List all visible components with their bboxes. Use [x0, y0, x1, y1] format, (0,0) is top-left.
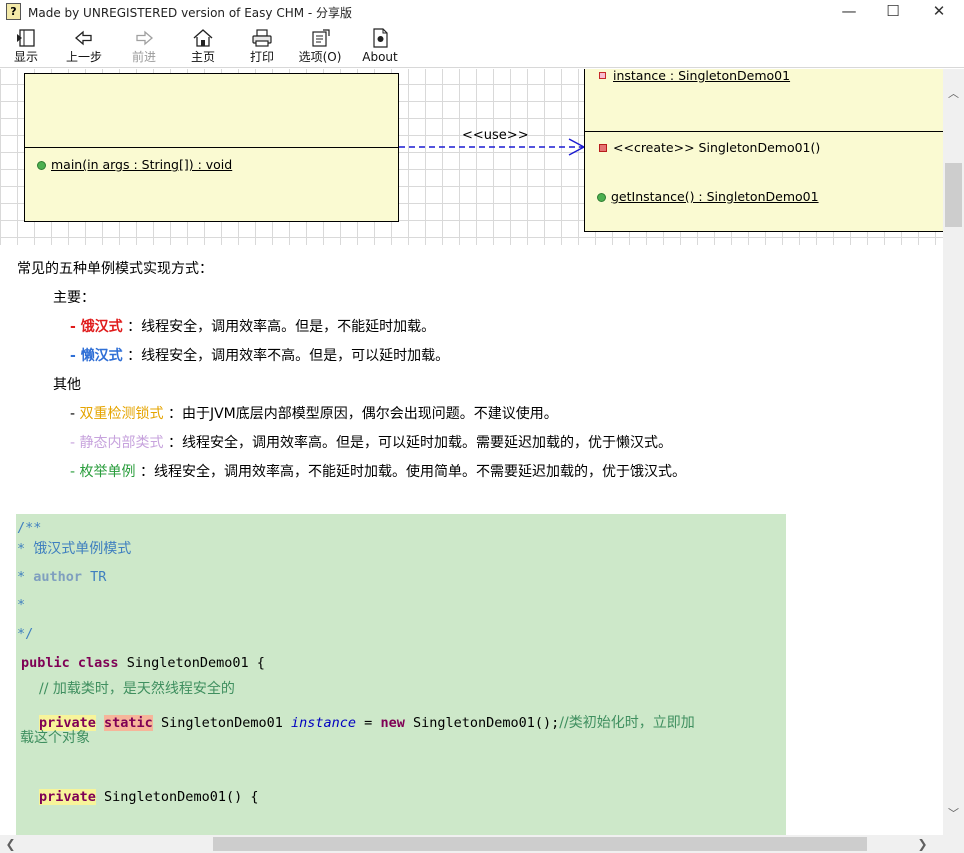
vertical-scrollbar[interactable]: ︿ ﹀	[943, 69, 964, 835]
code-constructor: private SingletonDemo01() {	[39, 789, 259, 805]
use-relation-label: <<use>>	[462, 128, 529, 143]
home-icon	[193, 29, 213, 47]
code-class-declaration: public class SingletonDemo01 {	[21, 655, 265, 671]
private-field-icon	[599, 72, 606, 79]
title-bar: ? Made by UNREGISTERED version of Easy C…	[0, 0, 964, 24]
lazy-singleton-name: 懒汉式	[80, 348, 123, 364]
print-label: 打印	[249, 50, 274, 64]
back-arrow-icon	[75, 30, 92, 46]
scroll-up-icon[interactable]: ︿	[943, 85, 964, 102]
uml-client-class: main(in args : String[]) : void	[24, 73, 399, 222]
public-method-icon	[37, 161, 46, 170]
other-heading: 其他	[53, 377, 81, 393]
main-heading: 主要：	[53, 290, 95, 306]
printer-icon	[252, 29, 272, 47]
code-doc-author: * author TR	[17, 569, 107, 585]
toolbar: 显示 上一步 前进 主页 打印 选项(O) About	[0, 24, 964, 68]
code-inline-comment: // 加载类时，是天然线程安全的	[39, 681, 235, 697]
enum-singleton-item: - 枚举单例 ：线程安全，调用效率高，不能延时加载。使用简单。不需要延迟加载的，…	[70, 464, 686, 480]
home-button[interactable]: 主页	[178, 27, 228, 67]
public-method-icon	[597, 193, 606, 202]
double-check-name: 双重检测锁式	[79, 406, 164, 422]
uml-separator	[585, 131, 943, 132]
code-block: /** * 饿汉式单例模式 * author TR * */ public cl…	[16, 514, 786, 835]
uml-getinstance-method: getInstance() : SingletonDemo01	[597, 189, 819, 204]
help-file-icon: ?	[6, 3, 21, 20]
show-label: 显示	[13, 50, 38, 64]
forward-button[interactable]: 前进	[119, 27, 169, 67]
about-button[interactable]: About	[355, 27, 405, 67]
code-doc-blank: *	[17, 597, 26, 613]
home-label: 主页	[190, 50, 215, 64]
content-pane: main(in args : String[]) : void <<use>> …	[0, 69, 943, 835]
options-icon	[312, 29, 330, 47]
scroll-down-icon[interactable]: ﹀	[943, 805, 964, 822]
horizontal-scroll-thumb[interactable]	[213, 837, 867, 851]
forward-label: 前进	[131, 50, 156, 64]
static-inner-class-item: - 静态内部类式 ：线程安全，调用效率高。但是，可以延时加载。需要延迟加载的，优…	[70, 435, 672, 451]
private-method-icon	[599, 144, 607, 152]
minimize-button[interactable]: —	[826, 0, 872, 24]
code-comment-open: /**	[17, 520, 42, 536]
static-inner-class-name: 静态内部类式	[79, 435, 164, 451]
window-title: Made by UNREGISTERED version of Easy CHM…	[28, 6, 353, 20]
uml-separator	[25, 147, 398, 148]
back-label: 上一步	[65, 50, 102, 64]
document-icon	[373, 28, 388, 48]
scrollbar-corner	[943, 835, 964, 853]
scroll-left-icon[interactable]: ❮	[2, 835, 19, 853]
close-button[interactable]: ✕	[916, 0, 962, 24]
hungry-singleton-item: - 饿汉式 ：线程安全，调用效率高。但是，不能延时加载。	[70, 319, 436, 335]
about-label: About	[362, 50, 398, 64]
uml-diagram: main(in args : String[]) : void <<use>> …	[0, 69, 943, 245]
show-pane-icon	[17, 29, 35, 47]
uml-main-method: main(in args : String[]) : void	[37, 157, 232, 172]
print-button[interactable]: 打印	[237, 27, 287, 67]
uml-constructor: <<create>> SingletonDemo01()	[599, 140, 820, 155]
enum-singleton-name: 枚举单例	[79, 464, 136, 480]
double-check-item: - 双重检测锁式 ：由于JVM底层内部模型原因，偶尔会出现问题。不建议使用。	[70, 406, 558, 422]
uml-instance-attribute: instance : SingletonDemo01	[599, 69, 790, 83]
hungry-singleton-name: 饿汉式	[80, 319, 123, 335]
intro-text: 常见的五种单例模式实现方式：	[17, 261, 213, 277]
code-comment-wrap: 载这个对象	[20, 730, 90, 746]
horizontal-scrollbar[interactable]: ❮ ❯	[0, 835, 943, 853]
back-button[interactable]: 上一步	[59, 27, 109, 67]
code-comment-close: */	[17, 626, 34, 642]
code-doc-title: * 饿汉式单例模式	[17, 541, 132, 557]
show-button[interactable]: 显示	[1, 27, 51, 67]
uml-singleton-class: instance : SingletonDemo01 <<create>> Si…	[584, 69, 943, 232]
vertical-scroll-thumb[interactable]	[945, 163, 962, 227]
forward-arrow-icon	[136, 30, 153, 46]
scroll-right-icon[interactable]: ❯	[914, 835, 931, 853]
maximize-button[interactable]: ☐	[870, 0, 916, 24]
code-field-declaration: private static SingletonDemo01 instance …	[39, 715, 695, 731]
options-button[interactable]: 选项(O)	[295, 27, 345, 67]
lazy-singleton-item: - 懒汉式 ：线程安全，调用效率不高。但是，可以延时加载。	[70, 348, 450, 364]
options-label: 选项(O)	[298, 50, 342, 64]
